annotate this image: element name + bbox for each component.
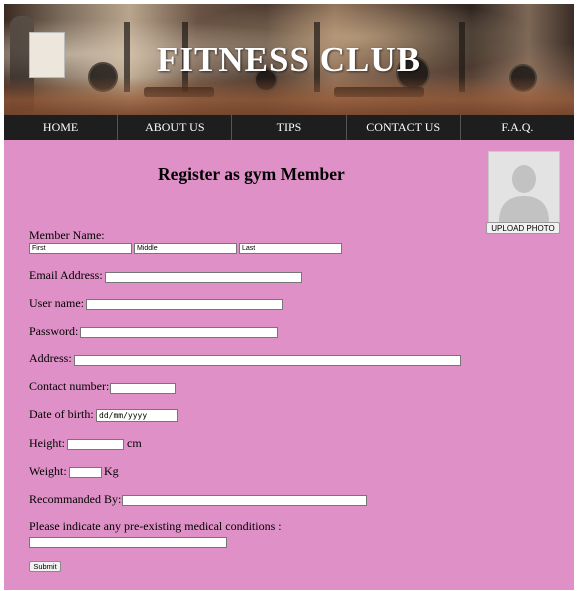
nav-contact-us[interactable]: CONTACT US [347, 115, 461, 140]
username-field[interactable] [86, 299, 283, 310]
first-name-field[interactable]: First [29, 243, 132, 254]
middle-name-field[interactable]: Middle [134, 243, 237, 254]
nav-faq[interactable]: F.A.Q. [461, 115, 574, 140]
main-nav: HOME ABOUT US TIPS CONTACT US F.A.Q. [4, 115, 574, 140]
person-silhouette-icon [489, 152, 559, 222]
email-field[interactable] [105, 272, 302, 283]
weight-field[interactable] [69, 467, 102, 478]
club-title: FITNESS CLUB [157, 40, 421, 79]
header-banner: FITNESS CLUB [4, 4, 574, 115]
upload-photo-button[interactable]: UPLOAD PHOTO [486, 222, 560, 234]
member-name-label: Member Name: [29, 228, 105, 242]
height-field[interactable] [67, 439, 124, 450]
recommended-by-field[interactable] [122, 495, 367, 506]
dob-field[interactable]: dd/mm/yyyy [96, 409, 178, 422]
banner-floor [4, 77, 574, 115]
medical-conditions-label: Please indicate any pre-existing medical… [29, 519, 282, 533]
password-field[interactable] [80, 327, 278, 338]
contact-label: Contact number: [29, 379, 110, 393]
email-label: Email Address: [29, 268, 103, 282]
address-label: Address: [29, 351, 72, 365]
contact-number-field[interactable] [110, 383, 176, 394]
profile-photo [488, 151, 560, 223]
username-label: User name: [29, 296, 84, 310]
medical-conditions-field[interactable] [29, 537, 227, 548]
height-label: Height: [29, 436, 65, 450]
weight-unit: Kg [104, 464, 119, 478]
form-title: Register as gym Member [158, 164, 345, 184]
recommended-by-label: Recommanded By: [29, 492, 122, 506]
nav-about-us[interactable]: ABOUT US [118, 115, 233, 140]
weight-label: Weight: [29, 464, 67, 478]
password-label: Password: [29, 324, 79, 338]
address-field[interactable] [74, 355, 461, 366]
submit-button[interactable]: Submit [29, 561, 61, 572]
height-unit: cm [127, 436, 142, 450]
nav-tips[interactable]: TIPS [232, 115, 347, 140]
nav-home[interactable]: HOME [4, 115, 119, 140]
dob-label: Date of birth: [29, 407, 94, 421]
last-name-field[interactable]: Last [239, 243, 342, 254]
page-frame: FITNESS CLUB HOME ABOUT US TIPS CONTACT … [4, 4, 574, 590]
